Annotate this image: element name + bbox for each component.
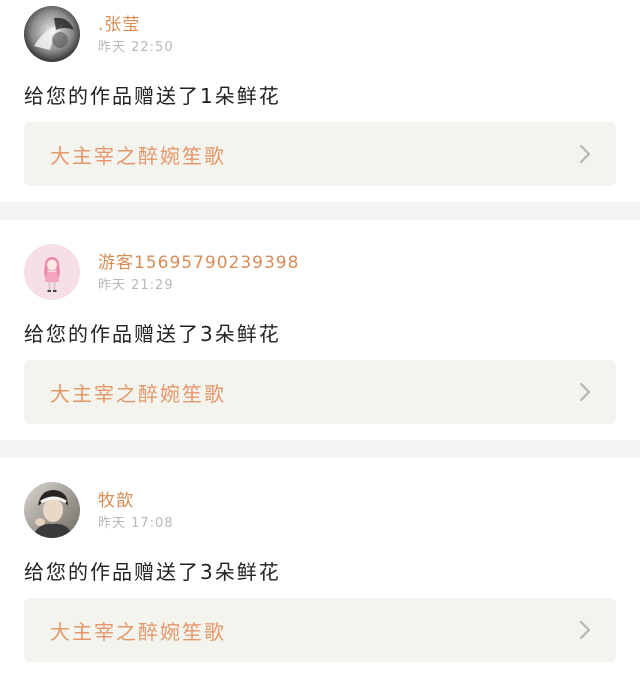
timestamp: 昨天 21:29 bbox=[98, 278, 174, 293]
username[interactable]: 游客15695790239398 bbox=[98, 248, 299, 273]
gift-message: 给您的作品赠送了1朵鲜花 bbox=[24, 84, 281, 108]
user-avatar[interactable] bbox=[24, 482, 80, 538]
avatar-boy-photo-icon bbox=[24, 482, 80, 538]
chevron-right-icon bbox=[579, 382, 591, 402]
timestamp: 昨天 22:50 bbox=[98, 40, 174, 55]
username[interactable]: 牧歆 bbox=[98, 486, 134, 511]
user-avatar[interactable] bbox=[24, 6, 80, 62]
work-title: 大主宰之醉婉笙歌 bbox=[50, 619, 226, 644]
work-link[interactable]: 大主宰之醉婉笙歌 bbox=[24, 360, 616, 424]
work-title: 大主宰之醉婉笙歌 bbox=[50, 143, 226, 168]
chevron-right-icon bbox=[579, 620, 591, 640]
work-link[interactable]: 大主宰之醉婉笙歌 bbox=[24, 122, 616, 186]
section-divider bbox=[0, 440, 640, 458]
timestamp: 昨天 17:08 bbox=[98, 516, 174, 531]
avatar-pink-girl-icon bbox=[24, 244, 80, 300]
work-title: 大主宰之醉婉笙歌 bbox=[50, 381, 226, 406]
notification-card: 牧歆 昨天 17:08 给您的作品赠送了3朵鲜花 大主宰之醉婉笙歌 bbox=[0, 476, 640, 678]
username[interactable]: .张莹 bbox=[98, 10, 140, 35]
gift-message: 给您的作品赠送了3朵鲜花 bbox=[24, 560, 281, 584]
gift-notification-feed: .张莹 昨天 22:50 给您的作品赠送了1朵鲜花 大主宰之醉婉笙歌 游客156… bbox=[0, 0, 640, 678]
gift-message: 给您的作品赠送了3朵鲜花 bbox=[24, 322, 281, 346]
notification-card: .张莹 昨天 22:50 给您的作品赠送了1朵鲜花 大主宰之醉婉笙歌 bbox=[0, 0, 640, 220]
avatar-dark-photo-icon bbox=[24, 6, 80, 62]
notification-card: 游客15695790239398 昨天 21:29 给您的作品赠送了3朵鲜花 大… bbox=[0, 238, 640, 458]
chevron-right-icon bbox=[579, 144, 591, 164]
section-divider bbox=[0, 202, 640, 220]
work-link[interactable]: 大主宰之醉婉笙歌 bbox=[24, 598, 616, 662]
user-avatar[interactable] bbox=[24, 244, 80, 300]
